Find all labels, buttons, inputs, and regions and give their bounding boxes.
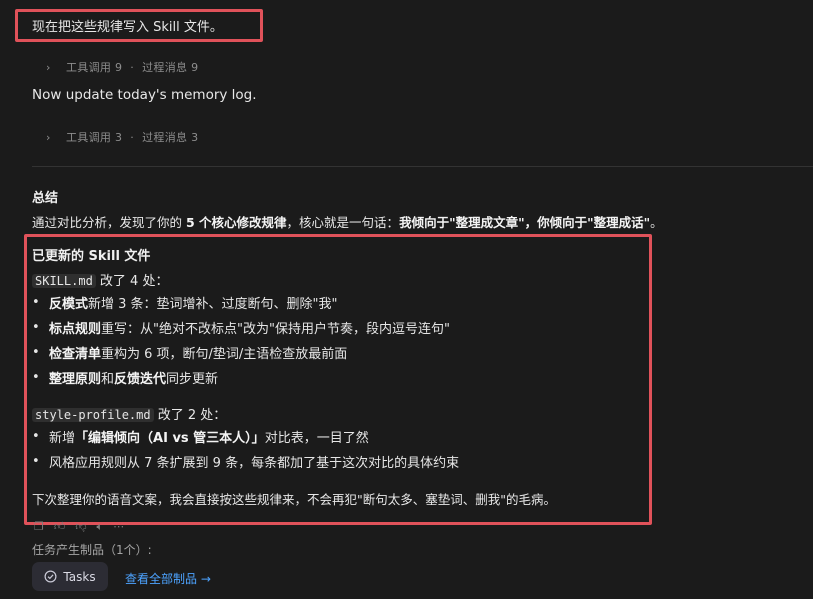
summary-heading: 总结 bbox=[32, 191, 59, 206]
style-file-name: style-profile.md bbox=[32, 408, 154, 422]
artifacts-label: 任务产生制品（1个）: bbox=[32, 543, 152, 557]
style-file-line: style-profile.md 改了 2 处： bbox=[32, 404, 226, 423]
closing-text: 下次整理你的语音文案，我会直接按这些规律来，不会再犯"断句太多、塞垫词、删我"的… bbox=[32, 492, 557, 507]
chevron-right-icon: › bbox=[46, 60, 51, 74]
divider bbox=[32, 166, 813, 167]
list-item: • 风格应用规则从 7 条扩展到 9 条，每条都加了基于这次对比的具体约束 bbox=[32, 454, 460, 471]
chevron-right-icon: › bbox=[46, 130, 51, 144]
message-actions: ❐ 👍︎ 👎︎ 🔈︎ ⋯ bbox=[34, 520, 124, 534]
speaker-icon[interactable]: 🔈︎ bbox=[97, 520, 104, 534]
thumbs-down-icon[interactable]: 👎︎ bbox=[75, 520, 86, 534]
more-icon[interactable]: ⋯ bbox=[113, 520, 124, 534]
separator-dot: · bbox=[130, 130, 135, 144]
separator-dot: · bbox=[130, 60, 135, 74]
tool-calls-count: 工具调用 3 bbox=[66, 131, 123, 144]
skill-file-line: SKILL.md 改了 4 处： bbox=[32, 270, 168, 289]
tasks-button[interactable]: Tasks bbox=[32, 562, 108, 591]
tool-summary-1[interactable]: › 工具调用 9 · 过程消息 9 bbox=[46, 59, 198, 75]
tool-summary-2[interactable]: › 工具调用 3 · 过程消息 3 bbox=[46, 129, 198, 145]
list-item: • 反模式 新增 3 条：垫词增补、过度断句、删除"我" bbox=[32, 295, 338, 312]
process-messages-count: 过程消息 3 bbox=[142, 131, 199, 144]
summary-intro: 通过对比分析，发现了你的 5 个核心修改规律，核心就是一句话：我倾向于"整理成文… bbox=[32, 215, 663, 230]
copy-icon[interactable]: ❐ bbox=[34, 520, 44, 534]
list-item: • 新增 「编辑倾向（AI vs 管三本人）」 对比表，一目了然 bbox=[32, 429, 369, 446]
assistant-line: Now update today's memory log. bbox=[32, 87, 257, 103]
list-item: • 检查清单 重构为 6 项，断句/垫词/主语检查放最前面 bbox=[32, 345, 348, 362]
skill-file-name: SKILL.md bbox=[32, 274, 96, 288]
list-item: • 整理原则 和 反馈迭代 同步更新 bbox=[32, 370, 219, 387]
tool-calls-count: 工具调用 9 bbox=[66, 61, 123, 74]
updated-heading: 已更新的 Skill 文件 bbox=[32, 249, 151, 264]
list-item: • 标点规则 重写：从"绝对不改标点"改为"保持用户节奏，段内逗号连句" bbox=[32, 320, 450, 337]
user-message: 现在把这些规律写入 Skill 文件。 bbox=[32, 20, 223, 35]
process-messages-count: 过程消息 9 bbox=[142, 61, 199, 74]
check-circle-icon bbox=[44, 570, 57, 583]
view-all-artifacts-link[interactable]: 查看全部制品 → bbox=[125, 570, 211, 587]
thumbs-up-icon[interactable]: 👍︎ bbox=[54, 520, 66, 534]
tasks-label: Tasks bbox=[63, 569, 96, 584]
